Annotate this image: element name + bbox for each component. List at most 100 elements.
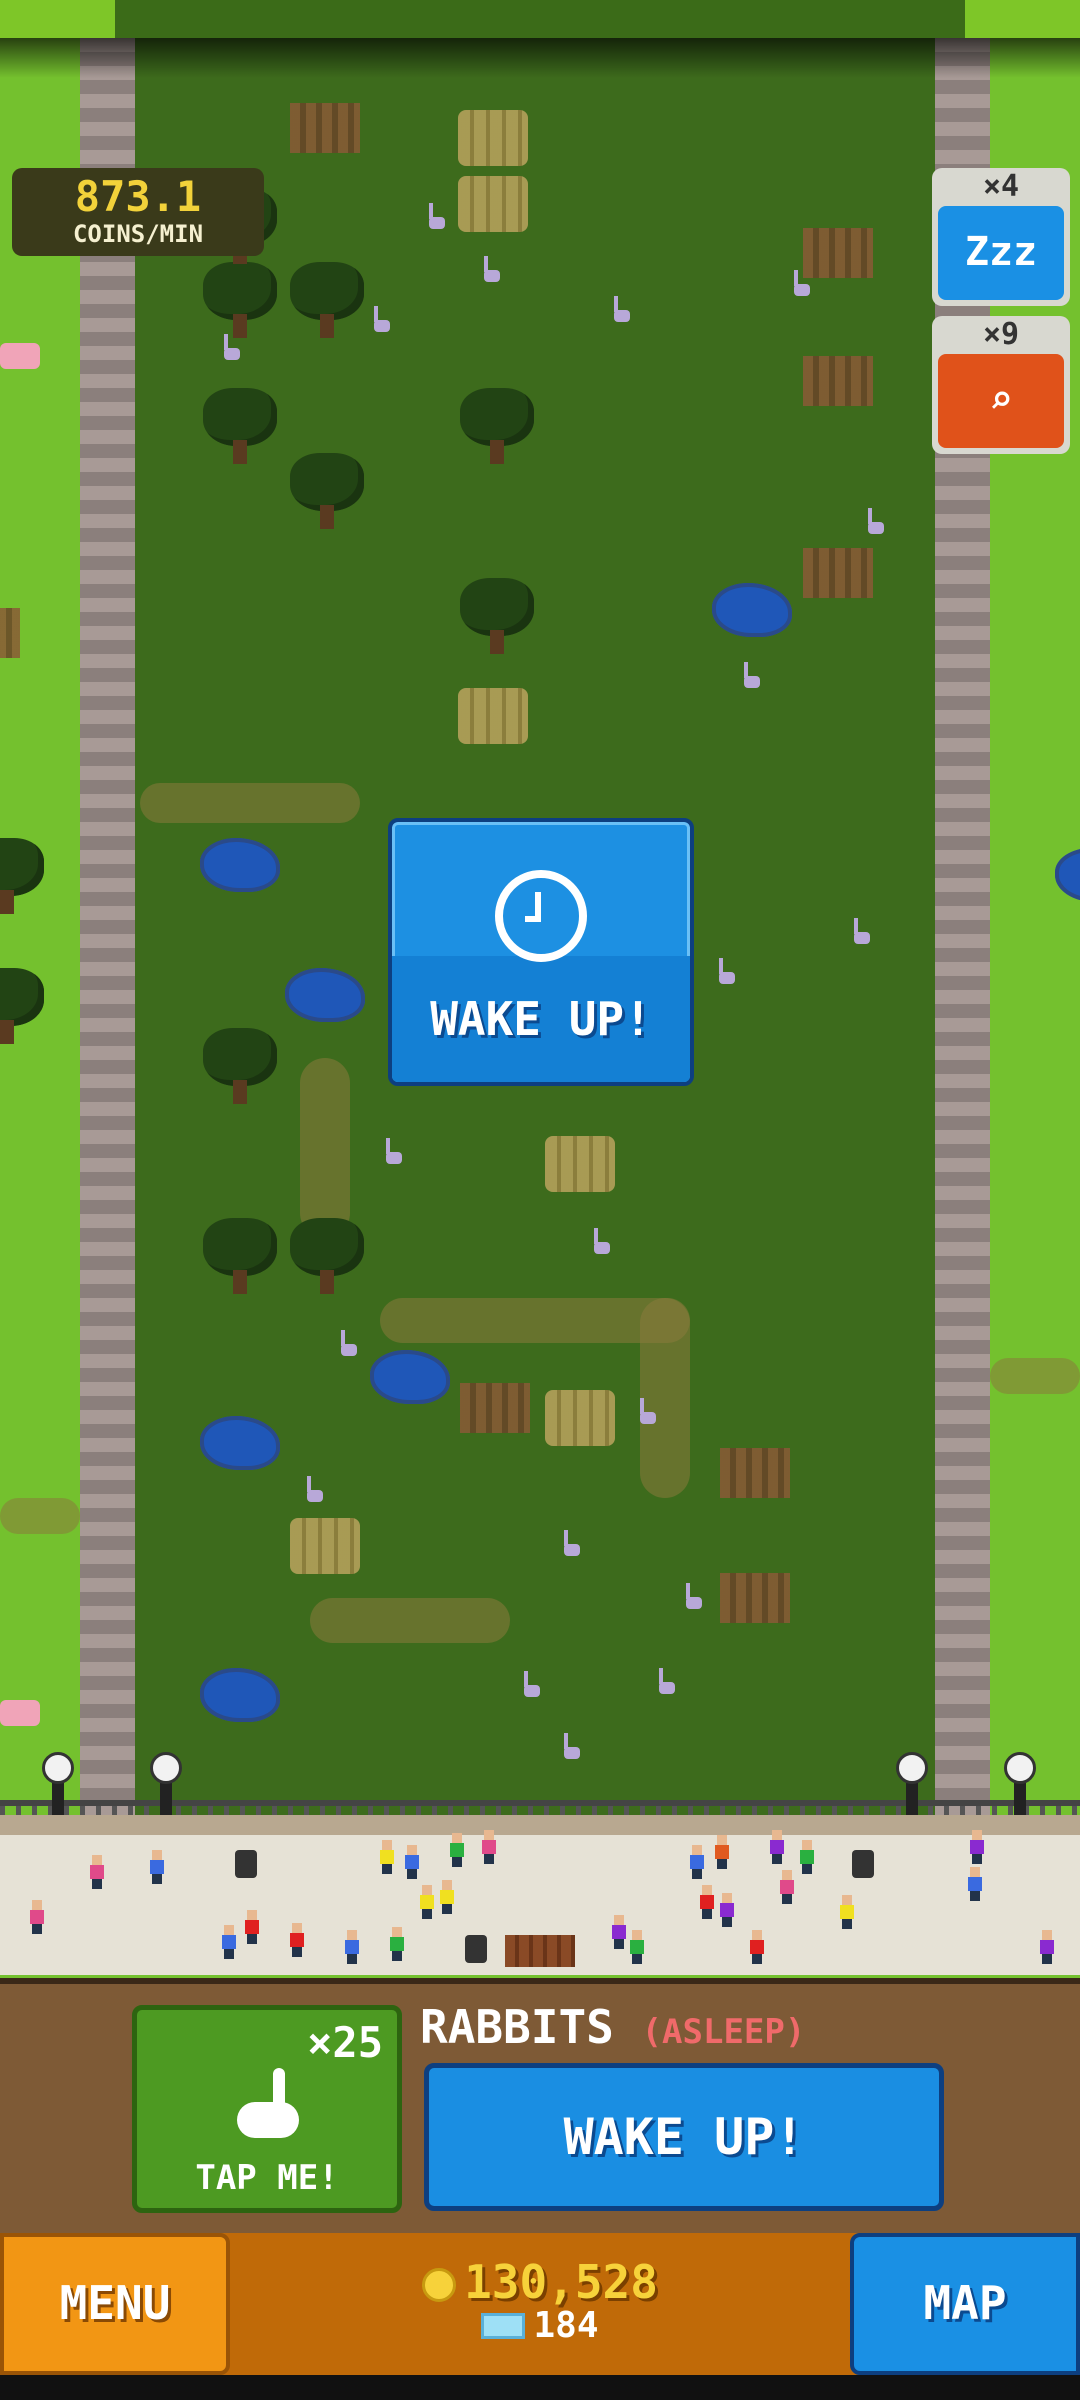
sleeping-rabbit[interactable] bbox=[636, 1398, 656, 1424]
dirt-path bbox=[300, 1058, 350, 1238]
enclosure-wall-right bbox=[935, 38, 990, 1838]
gem-balance-value: 184 bbox=[533, 2305, 599, 2346]
tree bbox=[0, 968, 44, 1048]
sleeping-rabbit[interactable] bbox=[480, 256, 500, 282]
dirt-path bbox=[990, 1358, 1080, 1394]
sleep-powerup[interactable]: ×4 Zzz bbox=[932, 168, 1070, 306]
sleeping-rabbit[interactable] bbox=[655, 1668, 675, 1694]
gem-balance: 184 bbox=[230, 2305, 850, 2346]
wooden-fence bbox=[803, 228, 873, 278]
hay-bale bbox=[458, 110, 528, 166]
sleeping-rabbit[interactable] bbox=[370, 306, 390, 332]
tree bbox=[290, 262, 364, 342]
park-bench bbox=[505, 1935, 575, 1967]
tree bbox=[460, 578, 534, 658]
top-strip bbox=[0, 0, 1080, 38]
visitor bbox=[840, 1895, 854, 1929]
coins-per-minute-value: 873.1 bbox=[74, 172, 202, 221]
sleeping-rabbit[interactable] bbox=[850, 918, 870, 944]
hay-bale bbox=[290, 1518, 360, 1574]
visitor bbox=[780, 1870, 794, 1904]
hay-bale bbox=[545, 1390, 615, 1446]
sleeping-rabbit[interactable] bbox=[520, 1671, 540, 1697]
sleeping-rabbit[interactable] bbox=[715, 958, 735, 984]
visitor bbox=[970, 1830, 984, 1864]
tree bbox=[290, 1218, 364, 1298]
visitor bbox=[690, 1845, 704, 1879]
magnifier-icon[interactable]: ⌕ bbox=[938, 354, 1064, 448]
sleeping-rabbit[interactable] bbox=[610, 296, 630, 322]
sleeping-rabbit[interactable] bbox=[560, 1733, 580, 1759]
hay-bale bbox=[458, 176, 528, 232]
sleeping-rabbit[interactable] bbox=[220, 334, 240, 360]
sleeping-rabbit[interactable] bbox=[303, 1476, 323, 1502]
tap-me-label: TAP ME! bbox=[195, 2158, 339, 2198]
visitor-walkway bbox=[0, 1815, 1080, 1975]
visitor bbox=[380, 1840, 394, 1874]
animal-status: (ASLEEP) bbox=[641, 2012, 806, 2052]
z-z-z-icon[interactable]: Zzz bbox=[938, 206, 1064, 300]
coin-balance-value: 130,528 bbox=[464, 2255, 658, 2309]
wake-up-popup-label: WAKE UP! bbox=[430, 992, 652, 1046]
rabbit-icon bbox=[237, 2068, 299, 2138]
wooden-fence bbox=[460, 1383, 530, 1433]
visitor bbox=[30, 1900, 44, 1934]
wake-up-button[interactable]: WAKE UP! bbox=[424, 2063, 944, 2211]
hay-bale bbox=[458, 688, 528, 744]
visitor bbox=[968, 1867, 982, 1901]
trash-bin bbox=[235, 1850, 257, 1878]
visitor bbox=[1040, 1930, 1054, 1964]
visitor bbox=[612, 1915, 626, 1949]
visitor bbox=[150, 1850, 164, 1884]
visitor bbox=[420, 1885, 434, 1919]
menu-button[interactable]: MENU bbox=[0, 2233, 230, 2375]
tree bbox=[203, 388, 277, 468]
sleeping-rabbit[interactable] bbox=[682, 1583, 702, 1609]
gem-icon bbox=[481, 2313, 526, 2339]
sleeping-rabbit[interactable] bbox=[740, 662, 760, 688]
visitor bbox=[90, 1855, 104, 1889]
alarm-clock-icon bbox=[495, 870, 587, 962]
hay-bale bbox=[545, 1136, 615, 1192]
pond bbox=[1055, 848, 1080, 902]
sleeping-rabbit[interactable] bbox=[337, 1330, 357, 1356]
visitor bbox=[750, 1930, 764, 1964]
top-shadow bbox=[0, 38, 1080, 78]
pig[interactable] bbox=[0, 1700, 40, 1726]
search-powerup-count: ×9 bbox=[982, 317, 1020, 352]
sleeping-rabbit[interactable] bbox=[590, 1228, 610, 1254]
coin-icon bbox=[422, 2268, 457, 2302]
coins-per-minute-unit: COINS/MIN bbox=[72, 220, 204, 248]
visitor bbox=[440, 1880, 454, 1914]
wooden-fence bbox=[803, 548, 873, 598]
visitor bbox=[630, 1930, 644, 1964]
sleeping-rabbit[interactable] bbox=[790, 270, 810, 296]
visitor bbox=[345, 1930, 359, 1964]
pig[interactable] bbox=[0, 343, 40, 369]
trash-bin bbox=[852, 1850, 874, 1878]
dirt-path bbox=[310, 1598, 510, 1643]
sleeping-rabbit[interactable] bbox=[382, 1138, 402, 1164]
visitor bbox=[720, 1893, 734, 1927]
sleeping-rabbit[interactable] bbox=[864, 508, 884, 534]
wooden-fence bbox=[720, 1573, 790, 1623]
visitor bbox=[482, 1830, 496, 1864]
system-nav-strip bbox=[0, 2375, 1080, 2400]
visitor bbox=[290, 1923, 304, 1957]
sleeping-rabbit[interactable] bbox=[560, 1530, 580, 1556]
dirt-path bbox=[140, 783, 360, 823]
visitor bbox=[715, 1835, 729, 1869]
animal-count: ×25 bbox=[307, 2018, 383, 2067]
visitor bbox=[222, 1925, 236, 1959]
animal-name: RABBITS bbox=[420, 2000, 614, 2054]
tree bbox=[203, 1218, 277, 1298]
sleeping-rabbit[interactable] bbox=[425, 203, 445, 229]
search-powerup[interactable]: ×9 ⌕ bbox=[932, 316, 1070, 454]
tap-me-animal-card[interactable]: ×25 TAP ME! bbox=[132, 2005, 402, 2213]
trash-bin bbox=[465, 1935, 487, 1963]
wake-up-popup-button[interactable]: WAKE UP! bbox=[388, 818, 694, 1086]
map-button[interactable]: MAP bbox=[850, 2233, 1080, 2375]
coins-per-minute-display: 873.1 COINS/MIN bbox=[12, 168, 264, 256]
visitor bbox=[770, 1830, 784, 1864]
tree bbox=[203, 1028, 277, 1108]
